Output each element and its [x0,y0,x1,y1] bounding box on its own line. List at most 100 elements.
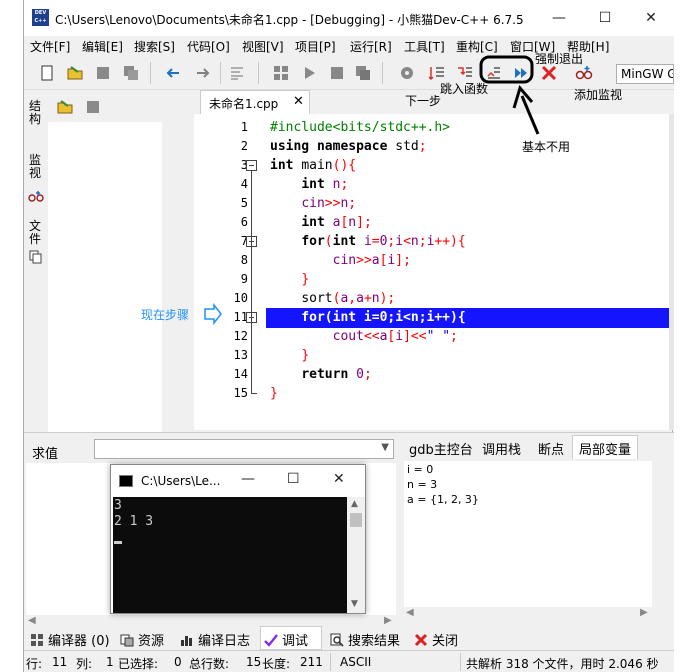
menu-code[interactable]: 代码[O] [187,38,230,55]
menu-edit[interactable]: 编辑[E] [82,38,123,55]
menu-project[interactable]: 项目[P] [295,38,336,55]
devcpp-logo-icon: DEV C++ [32,9,49,26]
save-icon[interactable] [84,98,102,116]
code-line: cin>>a[i]; [332,253,411,268]
console-output[interactable]: 3 2 1 3 [113,497,347,613]
tab-search-results[interactable]: 搜索结果 [330,630,400,649]
tab-compiler-label: 编译器 (0) [48,634,110,649]
locals-list: i = 0 n = 3 a = {1, 2, 3} [404,461,652,607]
left-panel-toolbar [48,94,208,120]
minimize-button[interactable]: — [536,6,582,30]
tab-close[interactable]: 关闭 [414,630,458,649]
line-number: 8 [240,253,248,267]
compiler-select[interactable]: MinGW G [616,64,674,84]
menu-search[interactable]: 搜索[S] [134,38,175,55]
menu-tools[interactable]: 工具[T] [404,38,445,55]
resources-icon [120,634,134,647]
compile-icon[interactable] [272,64,290,82]
code-line: int a[n]; [301,215,372,230]
tab-debug-label: 调试 [282,634,309,649]
fold-toggle-icon[interactable] [246,160,257,171]
status-encoding: ASCII [340,655,372,669]
debug-gear-icon[interactable] [398,64,416,82]
run-icon[interactable] [300,64,318,82]
rebuild-icon[interactable] [354,64,372,82]
status-lines: 15 [246,655,262,669]
close-button[interactable]: ✕ [628,6,674,30]
line-number: 7 [240,234,248,248]
line-number: 11 [233,310,248,324]
tab-resources[interactable]: 资源 [120,630,164,649]
tab-files[interactable]: 文件 [28,220,42,246]
save-icon[interactable] [94,64,112,82]
line-number: 14 [233,367,248,381]
new-file-icon[interactable] [38,64,56,82]
editor-tab-label: 未命名1.cpp [209,97,279,111]
tab-compiler[interactable]: 编译器 (0) [30,630,110,649]
console-scroll-thumb[interactable] [350,513,362,527]
continue-icon[interactable] [512,64,530,82]
editor-scrollbar[interactable] [669,114,674,430]
chevron-down-icon[interactable]: ▼ [381,442,389,453]
compile-run-icon[interactable] [328,64,346,82]
tab-call-stack[interactable]: 调用栈 [482,439,521,458]
annotation-current-step: 现在步骤 [141,308,190,322]
close-tab-icon[interactable]: ✕ [293,94,304,109]
format-code-icon[interactable] [228,64,246,82]
annotation-force-quit: 强制退出 [535,52,584,66]
console-maximize-button[interactable]: ☐ [287,471,300,487]
menu-file[interactable]: 文件[F] [30,38,70,55]
annotation-step-into: 跳入函数 [440,82,489,96]
code-line: } [270,386,278,401]
console-close-button[interactable]: ✕ [333,471,345,487]
open-folder-icon[interactable] [66,64,84,82]
console-minimize-button[interactable]: — [241,471,255,487]
terminal-icon [119,475,133,487]
console-window[interactable]: C:\Users\Le... — ☐ ✕ 3 2 1 3 ▲ ▼ [110,464,366,614]
window-title: C:\Users\Lenovo\Documents\未命名1.cpp - [De… [55,13,524,27]
tab-locals[interactable]: 局部变量 [579,439,631,458]
line-number: 1 [240,120,248,134]
glasses-icon [28,191,44,202]
tab-debug[interactable]: 调试 [264,630,308,649]
back-arrow-icon[interactable] [164,64,182,82]
tab-compile-log[interactable]: 编译日志 [180,630,250,649]
eval-input[interactable]: ▼ [94,439,394,459]
forward-arrow-icon[interactable] [194,64,212,82]
code-line: for(int i=0;i<n;i++){ [301,234,466,249]
status-sel: 0 [174,655,182,669]
maximize-button[interactable]: ☐ [582,6,628,30]
tab-gdb-console[interactable]: gdb主控台 [409,439,473,458]
menu-view[interactable]: 视图[V] [242,38,284,55]
panel-tabs: 编译器 (0) 资源 编译日志 调试 搜索结果 关闭 [24,626,674,650]
tab-search-results-label: 搜索结果 [348,634,401,649]
editor-tab[interactable]: 未命名1.cpp ✕ [200,90,310,114]
tab-structure[interactable]: 结构 [28,100,42,126]
tab-breakpoints[interactable]: 断点 [538,439,564,458]
line-number: 10 [233,291,248,305]
open-folder-icon[interactable] [56,98,74,116]
close-red-icon [414,633,428,647]
line-number: 15 [233,386,248,400]
status-len-label: 长度: [262,657,291,671]
line-number: 9 [240,272,248,286]
tab-resources-label: 资源 [138,634,165,649]
save-all-icon[interactable] [122,64,140,82]
status-sel-label: 已选择: [118,657,159,671]
annotation-add-watch: 添加监视 [574,88,623,102]
code-line: cin>>n; [301,196,357,211]
menu-run[interactable]: 运行[R] [350,38,392,55]
status-row: 11 [52,655,68,669]
code-editor[interactable]: 1 2 3 4 5 6 7 8 9 10 11 12 13 14 15 #include<bits/stdc… [194,114,669,430]
locals-hscroll[interactable]: ◀ ▶ [404,607,652,621]
structure-panel [48,122,162,432]
menu-refactor[interactable]: 重构[C] [456,38,498,55]
code-line: int main(){ [270,158,357,173]
status-lines-label: 总行数: [189,657,230,671]
tab-watch[interactable]: 监视 [28,154,42,180]
code-line: } [301,348,310,363]
local-variable: i = 0 [407,463,434,476]
console-scrollbar[interactable]: ▲ ▼ [347,497,365,613]
tab-close-label: 关闭 [432,634,459,649]
code-line: using namespace std; [270,139,427,154]
